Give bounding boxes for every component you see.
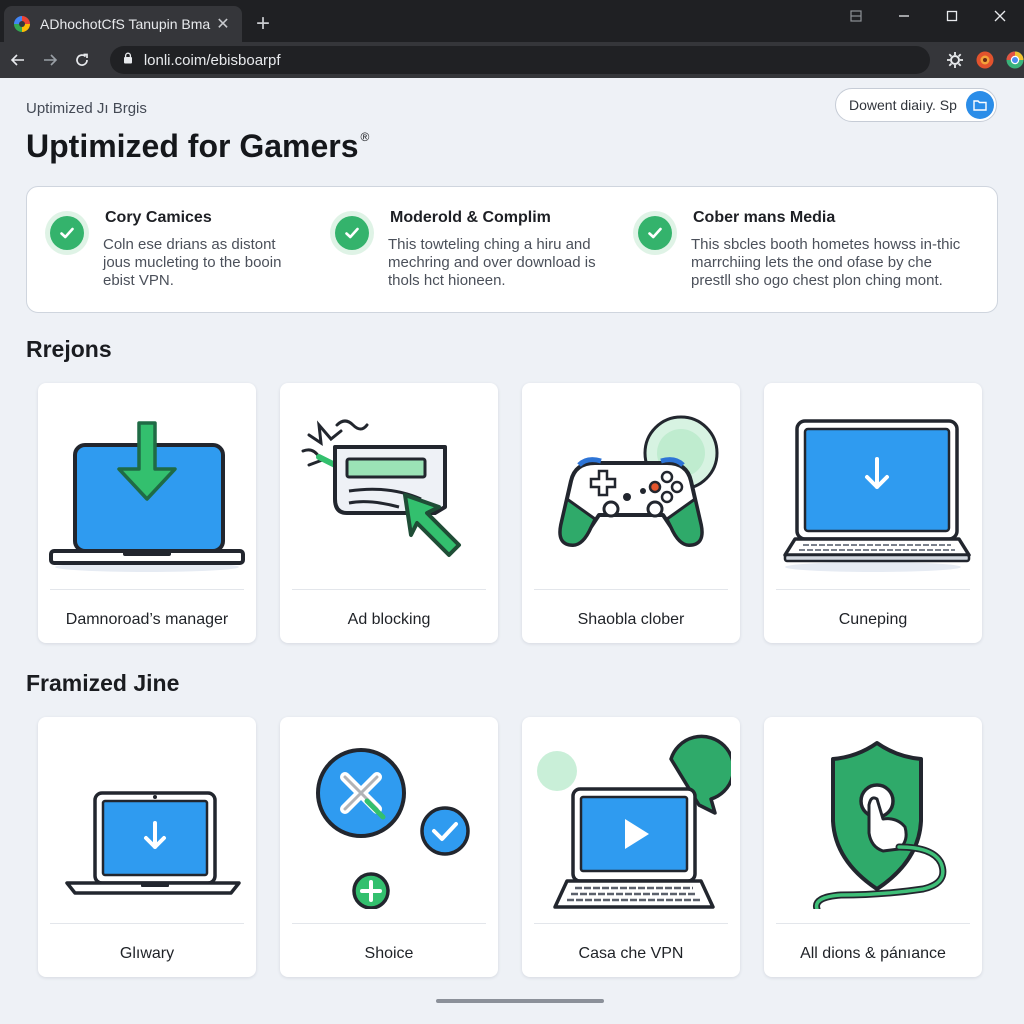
card-label: Ad blocking [347, 611, 431, 628]
feature-desc-line: mechring and over download is [388, 254, 596, 271]
maximize-icon [946, 10, 958, 22]
page-title: Uptimized for Gamers ® [26, 128, 369, 165]
close-window-button[interactable] [976, 0, 1024, 32]
card-divider [50, 589, 244, 590]
feature-description: Coln ese drians as distont jous mucletin… [103, 236, 281, 290]
card-casa-vpn[interactable]: Casa che VPN [522, 717, 740, 977]
card-label: Damnoroad’s manager [65, 611, 229, 628]
card-divider [776, 923, 970, 924]
feature-title: Cory Camices [105, 209, 212, 226]
card-glıwary[interactable]: Glıwary [38, 717, 256, 977]
card-all-dions[interactable]: All dions & pánıance [764, 717, 982, 977]
feature-item: Cory Camices Coln ese drians as distont … [45, 187, 325, 312]
laptop-play-icon [537, 734, 731, 909]
feature-desc-line: jous mucleting to the booin [103, 254, 282, 271]
download-pill-button[interactable]: Dowent diaiıy. Sp [835, 88, 997, 122]
card-label: Shaobla clober [577, 611, 685, 628]
card-download-manager[interactable]: Damnoroad’s manager [38, 383, 256, 643]
tab-search-button[interactable] [832, 0, 880, 32]
card-label: Casa che VPN [578, 945, 684, 962]
feature-title: Moderold & Complim [390, 209, 551, 226]
browser-titlebar: ADhochotCfS Tanupin Bma ✕ + [0, 0, 1024, 42]
extensions-area [946, 51, 1024, 69]
minimize-button[interactable] [880, 0, 928, 32]
address-bar[interactable]: lonli.coim/ebisboarpf [109, 46, 930, 74]
close-icon [994, 10, 1006, 22]
laptop-download-icon [65, 791, 241, 895]
card-label: All dions & pánıance [800, 945, 946, 962]
feature-desc-line: marrchiing lets the ond ofase by che [691, 254, 932, 271]
tab-title: ADhochotCfS Tanupin Bma [40, 16, 211, 32]
card-divider [292, 589, 486, 590]
page-content: Uptimized Jı Brgis Uptimized for Gamers ®… [0, 78, 1024, 1024]
laptop-download-icon [49, 421, 245, 572]
feature-desc-line: This towteling ching a hiru and [388, 236, 591, 253]
minimize-icon [899, 15, 909, 17]
card-divider [534, 589, 728, 590]
ad-blocking-cursor-icon [301, 419, 461, 557]
feature-title: Cober mans Media [693, 209, 836, 226]
window-controls [832, 0, 1024, 32]
feature-description: This sbcles booth hometes howss in-thic … [691, 236, 960, 290]
new-tab-button[interactable]: + [256, 12, 270, 36]
card-label: Shoice [364, 945, 414, 962]
choice-bubbles-icon [316, 748, 470, 909]
page-eyebrow: Uptimized Jı Brgis [26, 100, 147, 117]
feature-description: This towteling ching a hiru and mechring… [388, 236, 596, 290]
card-divider [776, 589, 970, 590]
chrome-profile-icon[interactable] [1006, 51, 1024, 69]
forward-arrow-icon [43, 54, 58, 66]
card-divider [534, 923, 728, 924]
feature-desc-line: thols hct hioneen. [388, 272, 506, 289]
card-laptop[interactable]: Cuneping [764, 383, 982, 643]
maximize-button[interactable] [928, 0, 976, 32]
card-ad-blocking[interactable]: Ad blocking [280, 383, 498, 643]
forward-button[interactable] [36, 46, 64, 74]
section-title-framized: Framized Jine [26, 670, 180, 696]
reload-icon [76, 53, 88, 66]
google-favicon-icon [14, 16, 30, 32]
reload-button[interactable] [68, 46, 96, 74]
card-divider [292, 923, 486, 924]
page-title-text: Uptimized for Gamers [26, 128, 359, 164]
download-pill-label: Dowent diaiıy. Sp [849, 97, 957, 113]
feature-desc-line: Coln ese drians as distont [103, 236, 276, 253]
features-panel: Cory Camices Coln ese drians as distont … [26, 186, 998, 313]
gamepad-icon [558, 415, 719, 547]
shield-hand-icon [813, 741, 947, 909]
feature-desc-line: ebist VPN. [103, 272, 174, 289]
browser-toolbar: lonli.coim/ebisboarpf [0, 42, 1024, 78]
section-title-rrejons: Rrejons [26, 336, 112, 362]
check-circle-icon [45, 211, 89, 255]
card-label: Cuneping [838, 611, 908, 628]
card-label: Glıwary [119, 945, 175, 962]
back-button[interactable] [4, 46, 32, 74]
lock-icon [122, 51, 134, 69]
extension-icon[interactable] [976, 51, 994, 69]
feature-item: Moderold & Complim This towteling ching … [330, 187, 630, 312]
scroll-indicator[interactable] [436, 999, 604, 1003]
browser-tab[interactable]: ADhochotCfS Tanupin Bma ✕ [4, 6, 242, 42]
tab-search-icon [850, 10, 862, 22]
check-circle-icon [330, 211, 374, 255]
check-circle-icon [633, 211, 677, 255]
url-text: lonli.coim/ebisboarpf [143, 51, 281, 69]
folder-icon [966, 91, 994, 119]
laptop-icon [783, 419, 971, 572]
card-divider [50, 923, 244, 924]
card-gamepad[interactable]: Shaobla clober [522, 383, 740, 643]
card-shoice[interactable]: Shoice [280, 717, 498, 977]
back-arrow-icon [10, 54, 24, 66]
feature-item: Cober mans Media This sbcles booth homet… [633, 187, 995, 312]
feature-desc-line: This sbcles booth hometes howss in-thic [691, 236, 961, 253]
registered-mark: ® [360, 130, 370, 144]
feature-desc-line: prestll sho ogo chest plon ching mont. [691, 272, 943, 289]
tab-close-icon[interactable]: ✕ [214, 14, 232, 34]
gear-icon[interactable] [946, 51, 964, 69]
